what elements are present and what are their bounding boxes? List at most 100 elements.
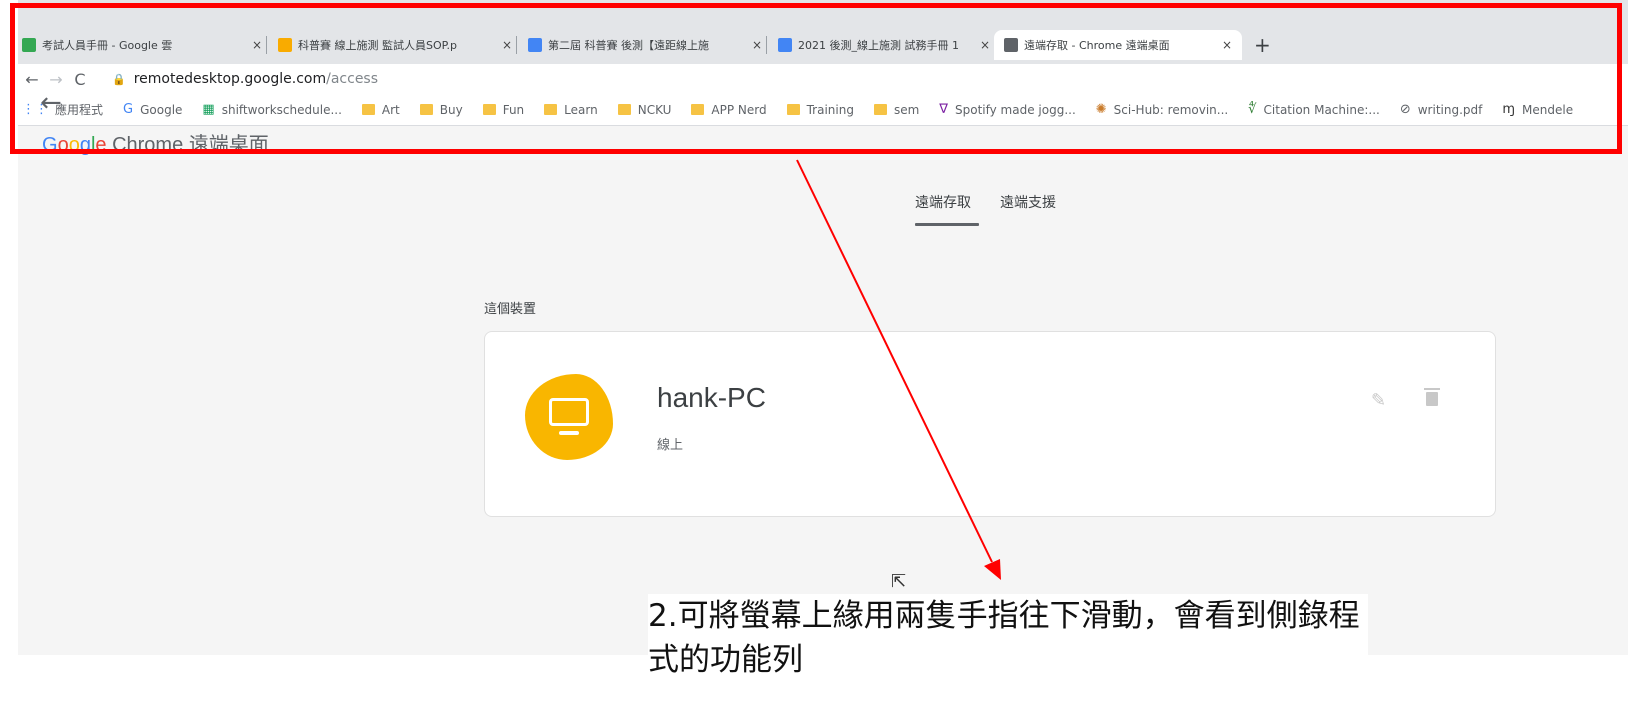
bookmark-item[interactable]: Fun (482, 102, 525, 117)
url-path: /access (326, 71, 379, 87)
bookmark-label: Spotify made jogg... (955, 102, 1076, 117)
google-drive-icon (22, 38, 36, 52)
section-title: 這個裝置 (484, 302, 537, 317)
bookmark-item[interactable]: Art (361, 102, 400, 117)
bookmark-item[interactable]: G Google (123, 102, 182, 117)
folder-icon (419, 104, 433, 115)
tab-title: 2021 後測_線上施測 試務手冊 1 (798, 39, 959, 52)
bookmark-label: sem (893, 102, 920, 117)
address-toolbar: ← → C 🔒 remotedesktop.google.com/access (18, 64, 1628, 94)
bookmark-item[interactable]: sem (873, 102, 920, 117)
logo-letter: e (95, 134, 107, 156)
logo-letter: o (68, 134, 80, 156)
citation-icon: ∜ (1248, 102, 1257, 117)
bookmark-item[interactable]: ∜ Citation Machine:... (1248, 102, 1380, 117)
address-bar[interactable]: remotedesktop.google.com/access (134, 71, 378, 87)
bookmark-label: Fun (502, 102, 525, 117)
bookmark-item[interactable]: APP Nerd (691, 102, 767, 117)
docs-icon (528, 38, 542, 52)
close-icon[interactable]: × (252, 38, 262, 52)
bookmarks-bar: ⋮⋮ 應用程式 G Google ▦ shiftworkschedule... Art Buy… (18, 94, 1628, 126)
tab-4-active[interactable]: 遠端存取 - Chrome 遠端桌面 × (994, 30, 1242, 60)
bookmark-label: APP Nerd (711, 102, 767, 117)
bookmark-item[interactable]: ∇ Spotify made jogg... (939, 102, 1075, 117)
tab-1[interactable]: 科普賽 線上施測 監試人員SOP.p × (278, 30, 512, 60)
forward-button[interactable]: → (44, 70, 68, 89)
new-tab-button[interactable]: + (1254, 30, 1271, 60)
mouse-cursor-icon: ⇱ (891, 571, 907, 592)
annotation-text: 2.可將螢幕上緣用兩隻手指往下滑動，會看到側錄程式的功能列 (648, 594, 1368, 682)
folder-icon (691, 104, 705, 115)
raven-icon: ✺ (1095, 102, 1107, 117)
folder-icon (786, 104, 800, 115)
bookmark-label: NCKU (637, 102, 672, 117)
folder-icon (544, 104, 558, 115)
close-icon[interactable]: × (1222, 38, 1232, 52)
globe-icon: ⊘ (1399, 102, 1411, 117)
tab-separator (766, 36, 767, 54)
close-icon[interactable]: × (752, 38, 762, 52)
tab-0[interactable]: 考試人員手冊 - Google 雲 × (22, 30, 262, 60)
arrow-left-icon[interactable]: ← (40, 88, 62, 118)
tab-separator (266, 36, 267, 54)
bookmark-label: Mendele (1522, 102, 1574, 117)
bookmark-item[interactable]: ⋮⋮ 應用程式 (22, 101, 103, 118)
remote-desktop-icon (1004, 38, 1018, 52)
bookmark-label: 應用程式 (55, 103, 104, 117)
bookmark-item[interactable]: NCKU (617, 102, 672, 117)
device-name: hank-PC (657, 382, 766, 413)
trash-icon[interactable] (1424, 388, 1440, 406)
page-title: Google Chrome 遠端桌面 (42, 128, 269, 157)
tab-2[interactable]: 第二屆 科普賽 後測【遠距線上施 × (528, 30, 762, 60)
tab-separator (516, 36, 517, 54)
url-host: remotedesktop.google.com (133, 71, 327, 87)
bookmark-item[interactable]: Buy (419, 102, 463, 117)
tab-remote-access[interactable]: 遠端存取 (915, 192, 971, 212)
vee-icon: ∇ (939, 102, 948, 117)
bookmark-label: shiftworkschedule... (221, 102, 342, 117)
slides-icon (278, 38, 292, 52)
screenshot-stage: 考試人員手冊 - Google 雲 × 科普賽 線上施測 監試人員SOP.p ×… (0, 0, 1628, 705)
logo-letter: g (79, 134, 91, 156)
google-g-icon: G (123, 102, 134, 117)
bookmark-label: Training (806, 102, 854, 117)
pencil-icon[interactable]: ✎ (1371, 390, 1386, 411)
folder-icon (873, 104, 887, 115)
folder-icon (617, 104, 631, 115)
logo-letter: G (42, 134, 58, 156)
bookmark-item[interactable]: Learn (544, 103, 598, 117)
reload-button[interactable]: C (68, 70, 92, 89)
bookmark-item[interactable]: ▦ shiftworkschedule... (202, 102, 341, 117)
bookmark-label: Sci-Hub: removin... (1113, 102, 1229, 117)
folder-icon (361, 104, 375, 115)
bookmark-item[interactable]: ✺ Sci-Hub: removin... (1096, 102, 1228, 117)
tab-title: 遠端存取 - Chrome 遠端桌面 (1024, 39, 1170, 52)
browser-window: 考試人員手冊 - Google 雲 × 科普賽 線上施測 監試人員SOP.p ×… (18, 0, 1628, 655)
trash-lid (1424, 388, 1440, 390)
monitor-shape (549, 398, 589, 426)
remote-desktop-page: Google Chrome 遠端桌面 遠端存取 遠端支援 這個裝置 hank-P… (18, 126, 1628, 655)
monitor-stand (559, 431, 579, 435)
close-icon[interactable]: × (980, 38, 990, 52)
bookmark-label: Google (140, 102, 183, 117)
bookmark-label: Buy (439, 102, 463, 117)
tab-remote-support[interactable]: 遠端支援 (1000, 192, 1056, 212)
bookmark-label: Citation Machine:... (1263, 102, 1380, 117)
product-name: Chrome 遠端桌面 (106, 134, 269, 156)
bookmark-item[interactable]: Training (786, 102, 854, 117)
bookmark-label: Learn (564, 102, 598, 117)
back-button[interactable]: ← (20, 70, 44, 89)
bookmark-label: Art (381, 102, 400, 117)
calendar-icon: ▦ (202, 102, 215, 117)
device-card[interactable]: hank-PC 線上 ✎ (484, 331, 1496, 517)
bookmark-item[interactable]: ⊘ writing.pdf (1400, 102, 1483, 117)
bookmark-item[interactable]: ɱ Mendele (1502, 102, 1573, 117)
lock-icon: 🔒 (112, 72, 126, 86)
bookmark-label: writing.pdf (1417, 102, 1483, 117)
tab-title: 科普賽 線上施測 監試人員SOP.p (298, 39, 458, 52)
computer-icon (525, 374, 613, 460)
close-icon[interactable]: × (502, 38, 512, 52)
logo-letter: o (57, 134, 69, 156)
tab-3[interactable]: 2021 後測_線上施測 試務手冊 1 × (778, 30, 990, 60)
tab-title: 第二屆 科普賽 後測【遠距線上施 (548, 39, 709, 52)
